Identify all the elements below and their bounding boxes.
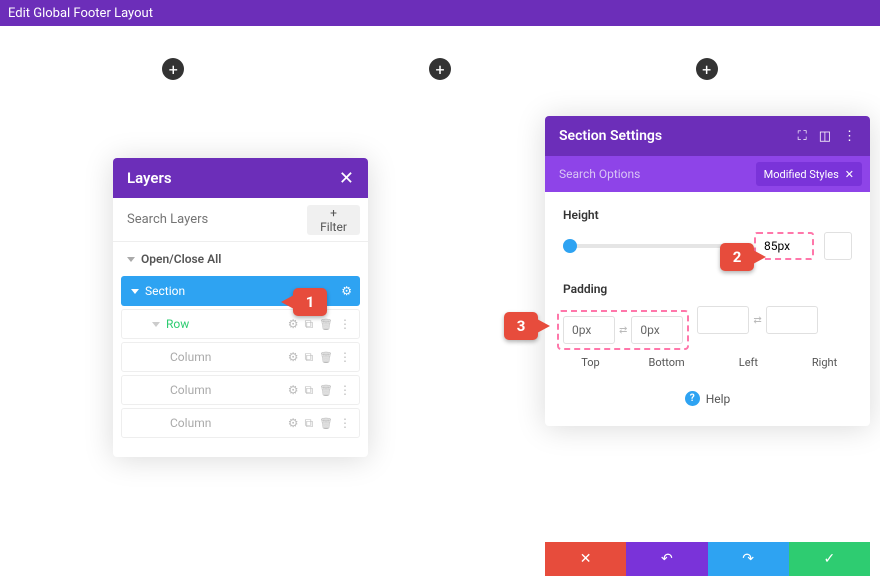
more-icon[interactable] <box>339 416 351 431</box>
chip-label: Modified Styles <box>764 168 839 181</box>
layers-title: Layers <box>127 169 172 187</box>
padding-left-label: Left <box>721 356 776 369</box>
duplicate-icon[interactable] <box>304 317 313 332</box>
callout-2: 2 <box>720 243 754 271</box>
trash-icon[interactable] <box>319 317 333 332</box>
settings-actions: ✕ ↶ ↷ ✓ <box>545 542 870 576</box>
padding-bottom-label: Bottom <box>639 356 694 369</box>
padding-label: Padding <box>563 282 852 296</box>
padding-bottom-input[interactable]: 0px <box>631 316 683 344</box>
discard-button[interactable]: ✕ <box>545 542 626 576</box>
slider-thumb[interactable] <box>563 239 577 253</box>
height-label: Height <box>563 208 852 222</box>
open-close-label: Open/Close All <box>141 252 221 266</box>
settings-header[interactable]: Section Settings ⛶ ◫ ⋮ <box>545 116 870 156</box>
padding-top-input[interactable]: 0px <box>563 316 615 344</box>
link-icon[interactable]: ⇄ <box>753 315 761 326</box>
trash-icon[interactable] <box>319 383 333 398</box>
expand-icon[interactable]: ⛶ <box>798 129 807 144</box>
chevron-down-icon <box>127 257 135 262</box>
gear-icon[interactable] <box>341 284 352 298</box>
padding-right-input[interactable] <box>766 306 818 334</box>
save-button[interactable]: ✓ <box>789 542 870 576</box>
height-slider-row: 85px <box>563 232 852 260</box>
duplicate-icon[interactable] <box>304 350 313 365</box>
duplicate-icon[interactable] <box>304 383 313 398</box>
filter-chip[interactable]: Modified Styles ✕ <box>756 162 862 186</box>
add-section-button[interactable]: + <box>429 58 451 80</box>
padding-top-label: Top <box>563 356 618 369</box>
chevron-down-icon <box>152 322 160 327</box>
padding-left-input[interactable] <box>697 306 749 334</box>
tree-column[interactable]: Column <box>121 375 360 405</box>
settings-title: Section Settings <box>559 128 798 144</box>
duplicate-icon[interactable] <box>304 416 313 431</box>
close-icon[interactable]: ✕ <box>339 168 354 189</box>
layers-header[interactable]: Layers ✕ <box>113 158 368 198</box>
undo-button[interactable]: ↶ <box>626 542 707 576</box>
layers-search-input[interactable] <box>113 212 307 227</box>
add-section-button[interactable]: + <box>162 58 184 80</box>
settings-panel: Section Settings ⛶ ◫ ⋮ Modified Styles ✕… <box>545 116 870 426</box>
page-title: Edit Global Footer Layout <box>8 6 153 21</box>
help-link[interactable]: ? Help <box>563 391 852 406</box>
layer-tree: Section Row Column Column Column <box>113 276 368 457</box>
more-icon[interactable]: ⋮ <box>843 129 856 144</box>
open-close-all[interactable]: Open/Close All <box>113 242 368 276</box>
height-unit[interactable] <box>824 232 852 260</box>
more-icon[interactable] <box>339 383 351 398</box>
redo-button[interactable]: ↷ <box>708 542 789 576</box>
chevron-down-icon <box>131 289 139 294</box>
tree-label: Column <box>170 350 288 364</box>
gear-icon[interactable] <box>288 416 299 431</box>
page-header: Edit Global Footer Layout <box>0 0 880 26</box>
help-icon: ? <box>685 391 700 406</box>
tree-column[interactable]: Column <box>121 408 360 438</box>
snap-icon[interactable]: ◫ <box>819 129 831 144</box>
add-section-button[interactable]: + <box>696 58 718 80</box>
close-icon[interactable]: ✕ <box>845 168 854 181</box>
filter-button[interactable]: + Filter <box>307 205 360 235</box>
gear-icon[interactable] <box>288 383 299 398</box>
tree-label: Row <box>166 317 288 331</box>
settings-search-row: Modified Styles ✕ <box>545 156 870 192</box>
height-slider[interactable] <box>563 244 744 248</box>
padding-top-bottom-highlight: 0px ⇄ 0px <box>557 310 689 350</box>
settings-search-input[interactable] <box>545 167 756 181</box>
more-icon[interactable] <box>339 350 351 365</box>
more-icon[interactable] <box>339 317 351 332</box>
tree-column[interactable]: Column <box>121 342 360 372</box>
callout-1: 1 <box>293 288 327 316</box>
link-icon[interactable]: ⇄ <box>619 325 627 336</box>
tree-label: Column <box>170 416 288 430</box>
add-section-row: + + + <box>0 58 880 80</box>
gear-icon[interactable] <box>288 350 299 365</box>
gear-icon[interactable] <box>288 317 299 332</box>
layers-search-row: + Filter <box>113 198 368 242</box>
padding-right-label: Right <box>797 356 852 369</box>
trash-icon[interactable] <box>319 416 333 431</box>
layers-panel: Layers ✕ + Filter Open/Close All Section… <box>113 158 368 457</box>
callout-3: 3 <box>504 312 538 340</box>
help-label: Help <box>706 392 731 406</box>
trash-icon[interactable] <box>319 350 333 365</box>
tree-label: Column <box>170 383 288 397</box>
settings-body: Height 85px Padding 0px ⇄ 0px ⇄ Top Bott… <box>545 192 870 426</box>
